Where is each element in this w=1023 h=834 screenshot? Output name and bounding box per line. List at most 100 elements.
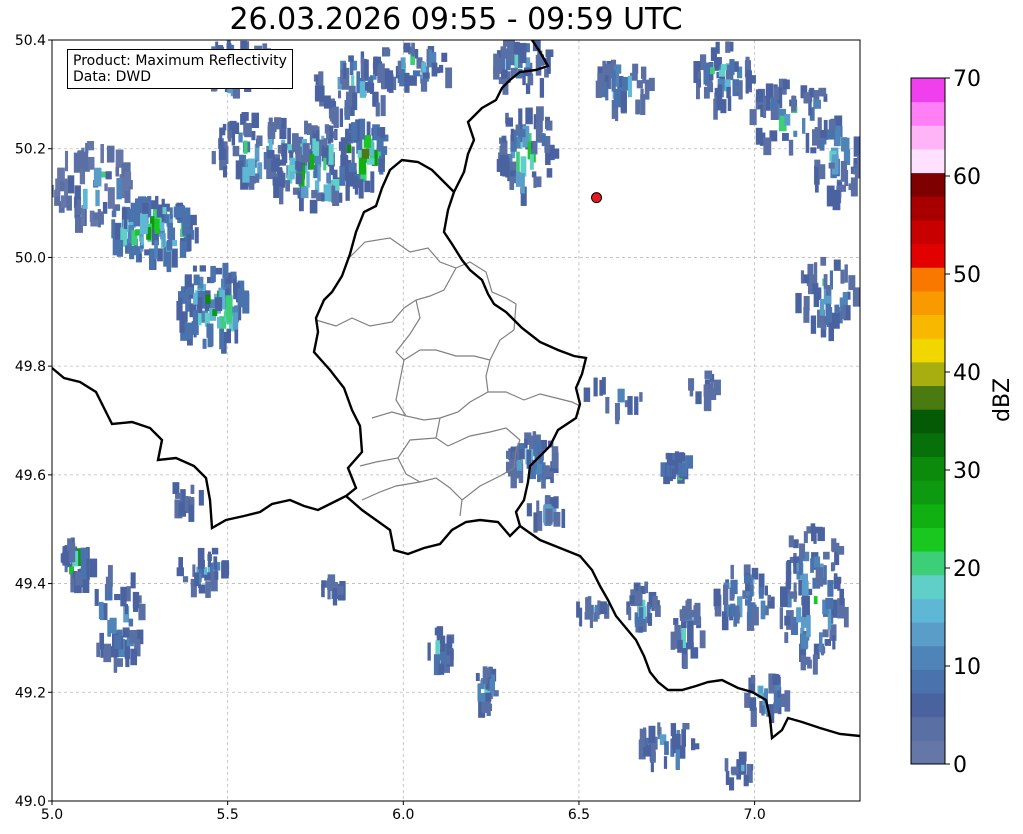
- radar-echo-pixel: [329, 125, 334, 143]
- radar-echo-pixel: [210, 265, 216, 283]
- radar-echo-pixel: [750, 674, 756, 684]
- plot-area[interactable]: 5.0 5.5 6.0 6.5 7.050.450.250.049.849.649.44…: [15, 33, 864, 823]
- radar-echo-pixel: [316, 130, 320, 142]
- lat-tick-label: 50.2: [15, 142, 46, 158]
- radar-echo-pixel: [749, 585, 754, 597]
- radar-echo-pixel: [67, 538, 73, 551]
- radar-echo-pixel: [534, 438, 539, 446]
- radar-echo-pixel: [784, 632, 789, 644]
- radar-echo-pixel: [647, 613, 653, 626]
- radar-echo-pixel: [764, 585, 769, 596]
- radar-echo-pixel: [193, 292, 198, 305]
- radar-echo-pixel: [720, 64, 727, 71]
- radar-echo-pixel: [345, 180, 350, 201]
- radar-echo-pixel: [822, 629, 829, 638]
- radar-echo-pixel: [306, 171, 310, 188]
- radar-echo-pixel: [513, 41, 520, 55]
- radar-echo-pixel: [819, 298, 825, 316]
- radar-echo-pixel: [831, 538, 837, 552]
- radar-echo-pixel: [654, 605, 661, 617]
- radar-echo-pixel: [194, 227, 199, 244]
- radar-echo-pixel: [493, 690, 499, 697]
- colorbar-label: dBZ: [990, 377, 1015, 422]
- colorbar-segment: [911, 385, 945, 410]
- radar-echo-pixel: [106, 145, 115, 163]
- radar-echo-pixel: [271, 159, 279, 172]
- radar-echo-pixel: [546, 120, 553, 131]
- radar-echo-pixel: [644, 581, 649, 594]
- radar-echo-pixel: [434, 627, 443, 636]
- radar-echo-pixel: [500, 69, 508, 79]
- radar-echo-pixel: [553, 496, 559, 509]
- radar-echo-pixel: [331, 185, 336, 203]
- radar-echo-pixel: [605, 396, 610, 414]
- radar-echo-pixel: [699, 630, 706, 649]
- radar-echo-pixel: [627, 75, 632, 98]
- colorbar-segment: [911, 574, 945, 599]
- radar-echo-pixel: [553, 511, 561, 527]
- radar-echo-pixel: [520, 173, 525, 194]
- radar-echo-pixel: [713, 588, 721, 607]
- radar-echo-pixel: [116, 658, 123, 667]
- radar-echo-pixel: [749, 75, 756, 84]
- radar-echo-pixel: [289, 171, 295, 180]
- radar-echo-pixel: [689, 389, 694, 397]
- radar-echo-pixel: [373, 56, 379, 67]
- radar-echo-pixel: [617, 388, 625, 403]
- radar-echo-pixel: [326, 172, 332, 184]
- radar-echo-pixel: [225, 295, 233, 317]
- radar-echo-pixel: [130, 572, 136, 589]
- product-label: Product: Maximum Reflectivity: [73, 53, 287, 69]
- radar-echo-pixel: [167, 222, 173, 239]
- radar-echo-pixel: [820, 129, 828, 139]
- radar-echo-pixel: [690, 738, 696, 751]
- radar-echo-pixel: [825, 303, 832, 326]
- radar-echo-pixel: [683, 654, 688, 670]
- radar-echo-pixel: [302, 143, 310, 163]
- radar-echo-pixel: [634, 615, 640, 628]
- radar-echo-pixel: [403, 42, 411, 53]
- radar-echo-pixel: [194, 572, 200, 587]
- radar-echo-pixel: [184, 495, 189, 511]
- radar-echo-pixel: [279, 186, 284, 205]
- radar-echo-pixel: [823, 274, 828, 289]
- radar-echo-pixel: [744, 692, 751, 708]
- radar-echo-pixel: [478, 692, 486, 702]
- radar-echo-pixel: [154, 218, 160, 234]
- radar-echo-pixel: [545, 49, 554, 58]
- radar-echo-pixel: [730, 767, 739, 774]
- radar-echo-pixel: [639, 728, 646, 747]
- radar-echo-pixel: [494, 57, 502, 72]
- radar-echo-pixel: [759, 686, 763, 693]
- radar-echo-pixel: [198, 490, 204, 506]
- colorbar-tick-label: 60: [953, 165, 981, 190]
- radar-echo-pixel: [358, 179, 364, 199]
- lon-tick-label: 6.5: [568, 807, 590, 823]
- radar-echo-pixel: [89, 558, 98, 578]
- radar-echo-pixel: [202, 283, 207, 291]
- radar-echo-pixel: [632, 63, 639, 74]
- radar-echo-pixel: [840, 160, 848, 182]
- radar-echo-pixel: [832, 635, 836, 650]
- colorbar-segment: [911, 314, 945, 339]
- radar-echo-pixel: [311, 189, 318, 199]
- radar-echo-pixel: [321, 580, 326, 588]
- radar-echo-pixel: [540, 439, 548, 450]
- radar-echo-pixel: [333, 106, 339, 128]
- radar-echo-pixel: [703, 389, 712, 412]
- radar-echo-pixel: [614, 402, 620, 421]
- radar-echo-pixel: [595, 80, 602, 98]
- radar-echo-pixel: [788, 139, 794, 156]
- radar-echo-pixel: [634, 396, 639, 415]
- radar-echo-pixel: [190, 484, 195, 494]
- radar-echo-pixel: [273, 176, 280, 199]
- lat-tick-label: 49.4: [15, 577, 46, 593]
- radar-echo-pixel: [237, 288, 245, 308]
- radar-echo-pixel: [788, 535, 794, 548]
- radar-echo-pixel: [67, 175, 75, 194]
- radar-echo-pixel: [671, 468, 676, 480]
- radar-echo-pixel: [211, 151, 216, 165]
- colorbar-segment: [911, 196, 945, 221]
- radar-echo-pixel: [349, 61, 354, 76]
- lon-tick-label: 6.0: [392, 807, 414, 823]
